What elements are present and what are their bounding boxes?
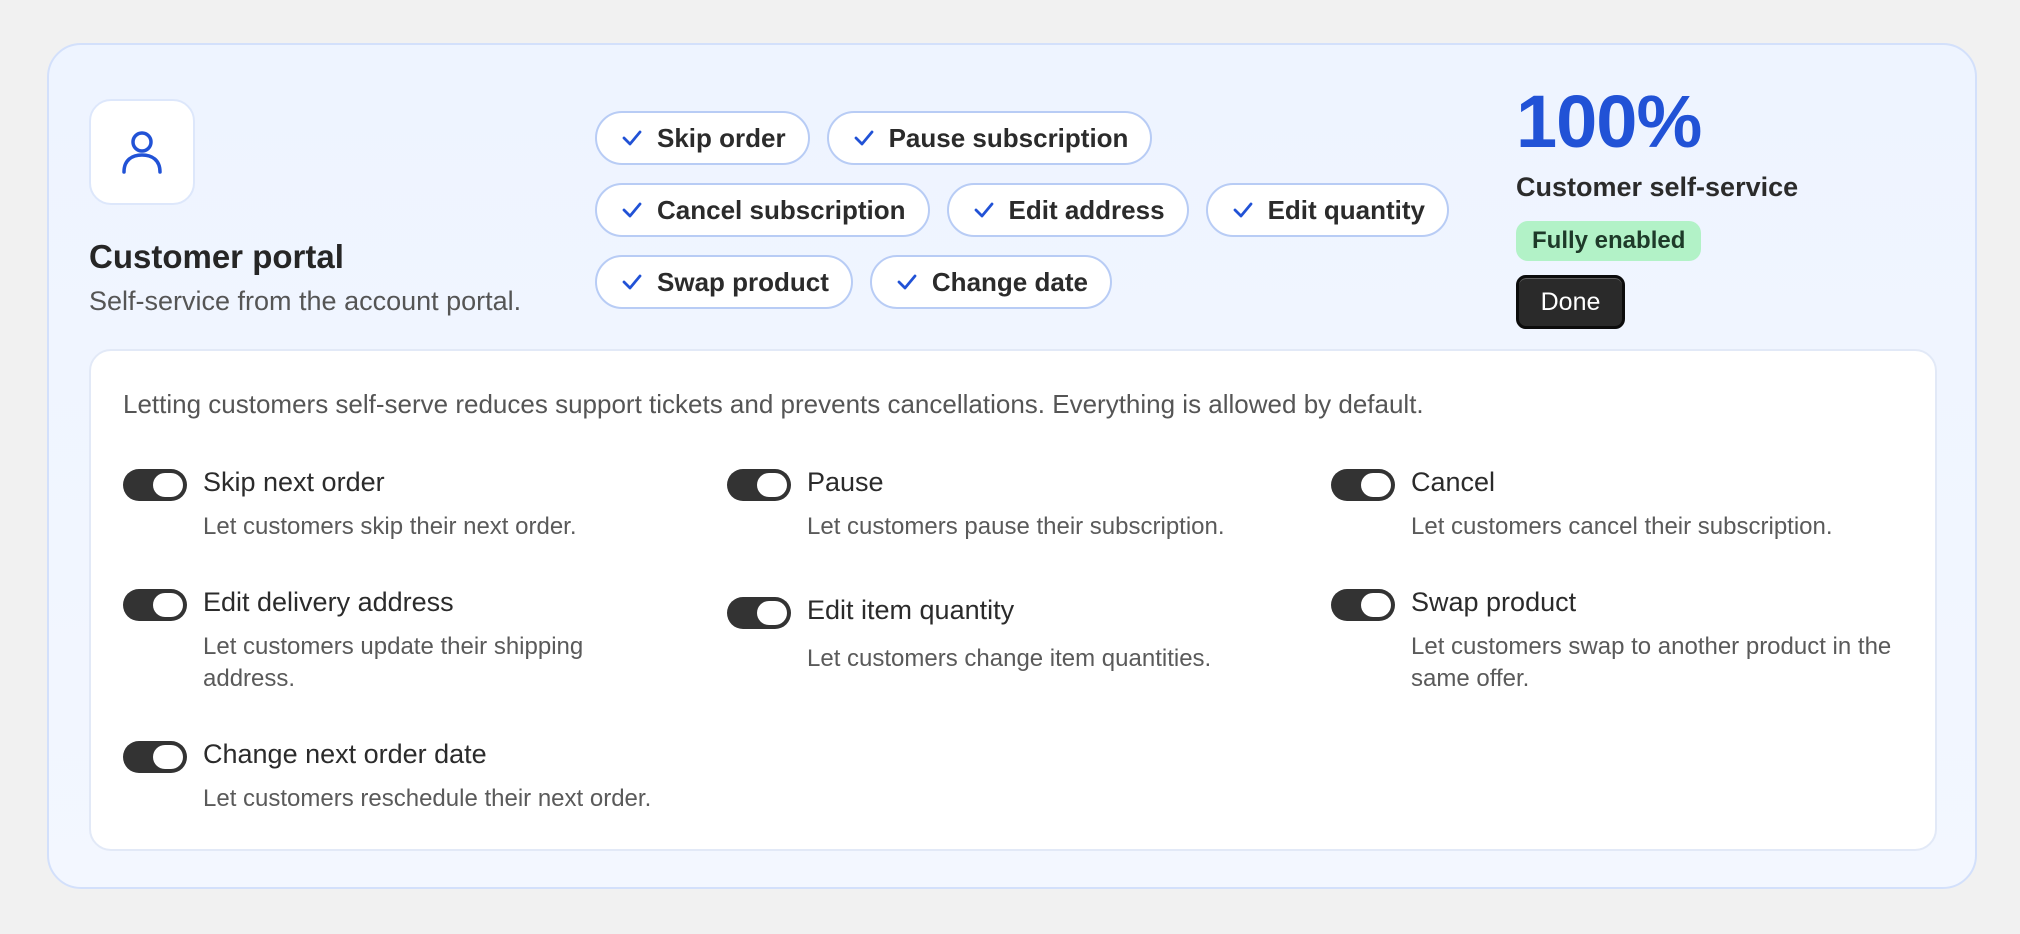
toggle-edit-item-quantity[interactable] bbox=[727, 597, 791, 629]
option-title: Pause bbox=[807, 467, 884, 497]
chip-pause-subscription[interactable]: Pause subscription bbox=[826, 111, 1153, 165]
option-title: Edit item quantity bbox=[807, 595, 1015, 625]
chip-label: Change date bbox=[931, 266, 1088, 297]
chip-label: Cancel subscription bbox=[657, 194, 906, 225]
chip-row-3: Swap product Change date bbox=[595, 255, 1515, 309]
option-description: Let customers skip their next order. bbox=[203, 513, 577, 540]
customer-portal-card: Customer portal Self-service from the ac… bbox=[47, 43, 1977, 889]
chip-label: Skip order bbox=[657, 122, 786, 153]
toggle-cancel[interactable] bbox=[1331, 469, 1395, 501]
toggle-knob bbox=[757, 601, 787, 625]
panel-intro: Letting customers self-serve reduces sup… bbox=[123, 389, 1424, 419]
toggle-knob bbox=[1361, 473, 1391, 497]
option-title: Change next order date bbox=[203, 739, 487, 769]
check-icon bbox=[622, 202, 642, 218]
option-title: Cancel bbox=[1411, 467, 1496, 497]
chip-row-2: Cancel subscription Edit address Edit qu… bbox=[595, 183, 1515, 237]
option-description: Let customers reschedule their next orde… bbox=[203, 785, 652, 812]
option-description: Let customers cancel their subscription. bbox=[1411, 513, 1833, 540]
check-icon bbox=[974, 202, 993, 218]
chip-label: Swap product bbox=[657, 266, 829, 297]
check-icon bbox=[622, 130, 642, 146]
check-icon bbox=[897, 274, 917, 290]
toggle-knob bbox=[1361, 593, 1391, 617]
chip-label: Edit address bbox=[1008, 194, 1165, 225]
option-title: Swap product bbox=[1411, 587, 1577, 617]
check-icon bbox=[1233, 202, 1252, 218]
toggle-edit-delivery-address[interactable] bbox=[123, 589, 187, 621]
option-description: Let customers update their shipping addr… bbox=[203, 633, 584, 692]
chip-row-1: Skip order Pause subscription bbox=[595, 111, 1515, 165]
check-icon bbox=[854, 130, 873, 146]
chip-change-date[interactable]: Change date bbox=[869, 255, 1112, 309]
toggle-knob bbox=[153, 593, 183, 617]
option-description: Let customers swap to another product in… bbox=[1411, 633, 1892, 692]
avatar bbox=[89, 99, 195, 205]
option-description: Let customers change item quantities. bbox=[807, 645, 1212, 672]
toggle-change-next-order-date[interactable] bbox=[123, 741, 187, 773]
stat-percent: 100% bbox=[1516, 80, 1702, 163]
feature-chips: Skip order Pause subscription Cancel sub… bbox=[595, 111, 1515, 327]
status-badge: Fully enabled bbox=[1516, 221, 1702, 262]
settings-panel: Letting customers self-serve reduces sup… bbox=[89, 349, 1937, 851]
option-description: Let customers pause their subscription. bbox=[807, 513, 1225, 540]
chip-swap-product[interactable]: Swap product bbox=[595, 255, 853, 309]
option-title: Edit delivery address bbox=[203, 587, 454, 617]
user-icon bbox=[122, 131, 162, 174]
toggle-skip-next-order[interactable] bbox=[123, 469, 187, 501]
page-subtitle: Self-service from the account portal. bbox=[89, 286, 522, 316]
chip-skip-order[interactable]: Skip order bbox=[595, 111, 810, 165]
chip-label: Pause subscription bbox=[888, 122, 1129, 153]
toggle-knob bbox=[153, 745, 183, 769]
done-button[interactable]: Done bbox=[1516, 275, 1625, 330]
page-title: Customer portal bbox=[89, 238, 344, 275]
toggle-knob bbox=[153, 473, 183, 497]
toggle-knob bbox=[757, 473, 787, 497]
toggle-swap-product[interactable] bbox=[1331, 589, 1395, 621]
chip-cancel-subscription[interactable]: Cancel subscription bbox=[595, 183, 930, 237]
stat-label: Customer self-service bbox=[1516, 172, 1799, 203]
chip-edit-quantity[interactable]: Edit quantity bbox=[1205, 183, 1449, 237]
toggle-pause[interactable] bbox=[727, 469, 791, 501]
self-service-stat: 100% Customer self-service Fully enabled… bbox=[1516, 80, 1936, 330]
chip-edit-address[interactable]: Edit address bbox=[946, 183, 1189, 237]
check-icon bbox=[622, 274, 642, 290]
option-title: Skip next order bbox=[203, 467, 385, 497]
chip-label: Edit quantity bbox=[1267, 194, 1425, 225]
